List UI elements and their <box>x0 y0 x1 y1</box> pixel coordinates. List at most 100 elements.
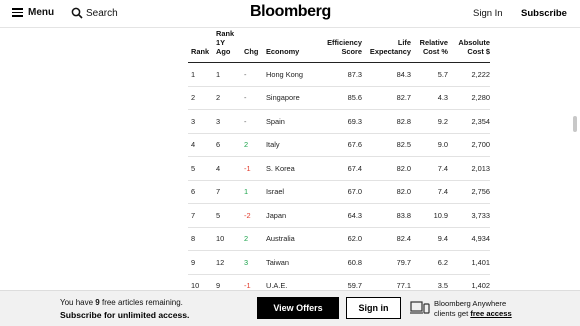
col-header-absolute-cost: Absolute Cost $ <box>448 29 490 63</box>
cell-relative-cost: 4.3 <box>411 86 448 110</box>
table-row: 8 10 2 Australia 62.0 82.4 9.4 4,934 <box>188 227 490 251</box>
cell-life-expectancy: 83.8 <box>362 203 411 228</box>
cell-rank: 9 <box>188 250 214 275</box>
header-sign-in-link[interactable]: Sign In <box>473 8 503 19</box>
table-row: 3 3- Spain 69.3 82.8 9.2 2,354 <box>188 109 490 134</box>
cell-rank-1y-ago: 2 <box>214 86 242 110</box>
cell-life-expectancy: 82.8 <box>362 109 411 134</box>
cell-chg: 2 <box>242 227 264 251</box>
cell-efficiency-score: 64.3 <box>318 203 362 228</box>
devices-icon <box>410 301 430 314</box>
page-scrollbar[interactable] <box>573 116 577 132</box>
free-articles-remaining: You have 9 free articles remaining. <box>60 298 183 307</box>
cell-chg: 3 <box>242 250 264 275</box>
cell-life-expectancy: 82.0 <box>362 180 411 204</box>
cell-economy: Italy <box>264 133 318 157</box>
search-icon <box>71 7 83 19</box>
cell-rank-1y-ago: 6 <box>214 133 242 157</box>
ranking-table-container: Rank Rank 1Y Ago Chg Economy Efficiency … <box>188 29 490 298</box>
cell-absolute-cost: 2,756 <box>448 180 490 204</box>
col-header-efficiency-score: Efficiency Score <box>318 29 362 63</box>
cell-life-expectancy: 82.5 <box>362 133 411 157</box>
search-label: Search <box>86 7 118 19</box>
table-row: 7 5 -2 Japan 64.3 83.8 10.9 3,733 <box>188 203 490 228</box>
cell-rank: 2 <box>188 86 214 110</box>
cell-economy: S. Korea <box>264 156 318 181</box>
cell-economy: Taiwan <box>264 250 318 275</box>
cell-rank: 5 <box>188 156 214 181</box>
cell-absolute-cost: 2,222 <box>448 62 490 87</box>
cell-rank: 4 <box>188 133 214 157</box>
cell-efficiency-score: 87.3 <box>318 62 362 87</box>
cell-efficiency-score: 69.3 <box>318 109 362 134</box>
cell-rank: 3 <box>188 109 214 134</box>
table-row: 9 12 3 Taiwan 60.8 79.7 6.2 1,401 <box>188 250 490 275</box>
cell-relative-cost: 7.4 <box>411 156 448 181</box>
cell-relative-cost: 10.9 <box>411 203 448 228</box>
cell-life-expectancy: 82.0 <box>362 156 411 181</box>
table-row: 1 1- Hong Kong 87.3 84.3 5.7 2,222 <box>188 62 490 87</box>
search-button[interactable]: Search <box>71 7 118 19</box>
cell-chg: 2 <box>242 133 264 157</box>
cell-absolute-cost: 2,280 <box>448 86 490 110</box>
table-row: 6 7 1 Israel 67.0 82.0 7.4 2,756 <box>188 180 490 204</box>
cell-rank-1y-ago: 1 <box>214 62 242 87</box>
cell-relative-cost: 7.4 <box>411 180 448 204</box>
cell-chg: - <box>242 62 264 87</box>
cell-efficiency-score: 62.0 <box>318 227 362 251</box>
menu-label: Menu <box>28 7 55 18</box>
cell-chg: -2 <box>242 203 264 228</box>
free-access-link[interactable]: free access <box>470 309 511 318</box>
cell-absolute-cost: 2,013 <box>448 156 490 181</box>
promo-suffix: free articles remaining. <box>99 298 183 307</box>
paywall-banner: You have 9 free articles remaining. Subs… <box>0 290 580 326</box>
cell-chg: - <box>242 109 264 134</box>
cell-rank-1y-ago: 4 <box>214 156 242 181</box>
cell-relative-cost: 9.4 <box>411 227 448 251</box>
cell-absolute-cost: 1,401 <box>448 250 490 275</box>
col-header-life-expectancy: Life Expectancy <box>362 29 411 63</box>
cell-absolute-cost: 3,733 <box>448 203 490 228</box>
cell-rank-1y-ago: 3 <box>214 109 242 134</box>
cell-life-expectancy: 82.4 <box>362 227 411 251</box>
table-body: 1 1- Hong Kong 87.3 84.3 5.7 2,222 2 2- Singapore… <box>188 62 490 298</box>
cell-life-expectancy: 79.7 <box>362 250 411 275</box>
menu-button[interactable]: Menu <box>12 7 54 18</box>
site-header: Menu Search Bloomberg Sign In Subscribe <box>0 0 580 28</box>
table-row: 2 2- Singapore 85.6 82.7 4.3 2,280 <box>188 86 490 110</box>
col-header-rank: Rank <box>188 29 214 63</box>
view-offers-button[interactable]: View Offers <box>257 297 339 319</box>
cell-rank: 8 <box>188 227 214 251</box>
cell-efficiency-score: 67.6 <box>318 133 362 157</box>
cell-efficiency-score: 60.8 <box>318 250 362 275</box>
hamburger-icon <box>12 8 23 17</box>
table-header-row: Rank Rank 1Y Ago Chg Economy Efficiency … <box>188 29 490 63</box>
anywhere-free-access-line: clients get free access <box>434 309 512 318</box>
cell-economy: Singapore <box>264 86 318 110</box>
promo-prefix: You have <box>60 298 96 307</box>
cell-relative-cost: 9.0 <box>411 133 448 157</box>
bloomberg-logo[interactable]: Bloomberg <box>250 3 331 21</box>
cell-life-expectancy: 82.7 <box>362 86 411 110</box>
col-header-economy: Economy <box>264 29 318 63</box>
cell-chg: -1 <box>242 156 264 181</box>
anywhere-prefix: clients get <box>434 309 471 318</box>
cell-rank-1y-ago: 7 <box>214 180 242 204</box>
cell-absolute-cost: 4,934 <box>448 227 490 251</box>
health-efficiency-table: Rank Rank 1Y Ago Chg Economy Efficiency … <box>188 29 490 298</box>
cell-absolute-cost: 2,354 <box>448 109 490 134</box>
col-header-chg: Chg <box>242 29 264 63</box>
cell-economy: Hong Kong <box>264 62 318 87</box>
cell-rank-1y-ago: 12 <box>214 250 242 275</box>
header-subscribe-link[interactable]: Subscribe <box>521 8 567 19</box>
table-row: 5 4 -1 S. Korea 67.4 82.0 7.4 2,013 <box>188 156 490 181</box>
cell-economy: Spain <box>264 109 318 134</box>
cell-rank-1y-ago: 5 <box>214 203 242 228</box>
cell-rank: 7 <box>188 203 214 228</box>
footer-sign-in-button[interactable]: Sign in <box>346 297 401 319</box>
cell-chg: 1 <box>242 180 264 204</box>
cell-rank: 1 <box>188 62 214 87</box>
col-header-rank-1y-ago: Rank 1Y Ago <box>214 29 242 63</box>
cell-relative-cost: 6.2 <box>411 250 448 275</box>
cell-economy: Australia <box>264 227 318 251</box>
